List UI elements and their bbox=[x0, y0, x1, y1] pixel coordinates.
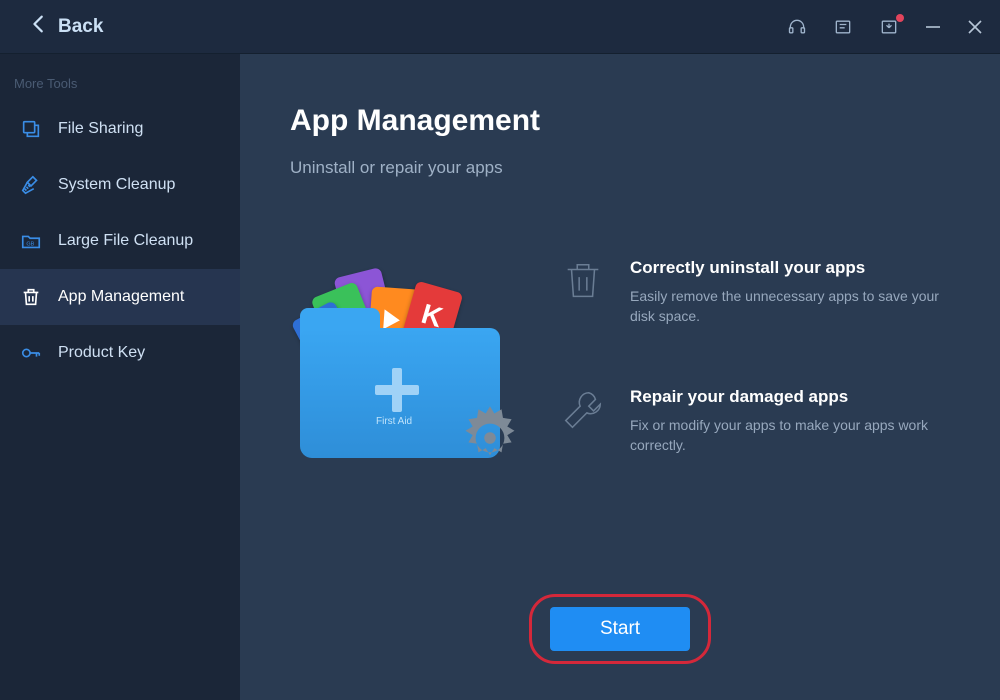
note-icon[interactable] bbox=[832, 16, 854, 38]
back-button[interactable]: Back bbox=[28, 13, 103, 41]
sidebar: More Tools File Sharing System Cleanup G… bbox=[0, 54, 240, 700]
sidebar-item-label: File Sharing bbox=[58, 120, 143, 138]
titlebar: Back bbox=[0, 0, 1000, 54]
back-label: Back bbox=[58, 16, 103, 38]
page-title: App Management bbox=[290, 104, 940, 138]
notification-dot bbox=[896, 14, 904, 22]
content: More Tools File Sharing System Cleanup G… bbox=[0, 54, 1000, 700]
start-highlight: Start bbox=[529, 594, 711, 664]
share-icon bbox=[20, 118, 42, 140]
sidebar-item-label: Product Key bbox=[58, 344, 145, 362]
arrow-left-icon bbox=[28, 13, 50, 41]
key-icon bbox=[20, 342, 42, 364]
feature-desc: Easily remove the unnecessary apps to sa… bbox=[630, 286, 940, 327]
first-aid-cross-icon bbox=[375, 368, 419, 412]
trash-icon bbox=[20, 286, 42, 308]
tray-icon[interactable] bbox=[878, 16, 900, 38]
titlebar-controls bbox=[786, 0, 984, 54]
sidebar-item-app-management[interactable]: App Management bbox=[0, 269, 240, 325]
sidebar-item-product-key[interactable]: Product Key bbox=[0, 325, 240, 381]
sidebar-item-label: Large File Cleanup bbox=[58, 232, 193, 250]
sidebar-item-large-file-cleanup[interactable]: GB Large File Cleanup bbox=[0, 213, 240, 269]
feature-title: Correctly uninstall your apps bbox=[630, 258, 940, 278]
folder-illustration: K First Aid bbox=[290, 258, 520, 468]
sidebar-item-label: App Management bbox=[58, 288, 184, 306]
gear-icon bbox=[454, 402, 526, 474]
sidebar-item-label: System Cleanup bbox=[58, 176, 175, 194]
feature-repair: Repair your damaged apps Fix or modify y… bbox=[560, 387, 940, 456]
page-subtitle: Uninstall or repair your apps bbox=[290, 158, 940, 178]
sidebar-item-file-sharing[interactable]: File Sharing bbox=[0, 101, 240, 157]
sidebar-heading: More Tools bbox=[0, 72, 240, 101]
main-panel: App Management Uninstall or repair your … bbox=[240, 54, 1000, 700]
start-button[interactable]: Start bbox=[550, 607, 690, 651]
trash-outline-icon bbox=[560, 258, 606, 304]
minimize-button[interactable] bbox=[924, 18, 942, 36]
wrench-icon bbox=[560, 387, 606, 433]
feature-title: Repair your damaged apps bbox=[630, 387, 940, 407]
feature-desc: Fix or modify your apps to make your app… bbox=[630, 415, 940, 456]
folder-label: First Aid bbox=[376, 416, 412, 427]
close-button[interactable] bbox=[966, 18, 984, 36]
broom-icon bbox=[20, 174, 42, 196]
feature-uninstall: Correctly uninstall your apps Easily rem… bbox=[560, 258, 940, 327]
svg-text:GB: GB bbox=[26, 242, 34, 248]
sidebar-item-system-cleanup[interactable]: System Cleanup bbox=[0, 157, 240, 213]
feature-row: K First Aid Correctly uninstall your app… bbox=[290, 258, 940, 468]
feature-list: Correctly uninstall your apps Easily rem… bbox=[560, 258, 940, 468]
folder-gb-icon: GB bbox=[20, 230, 42, 252]
headset-icon[interactable] bbox=[786, 16, 808, 38]
